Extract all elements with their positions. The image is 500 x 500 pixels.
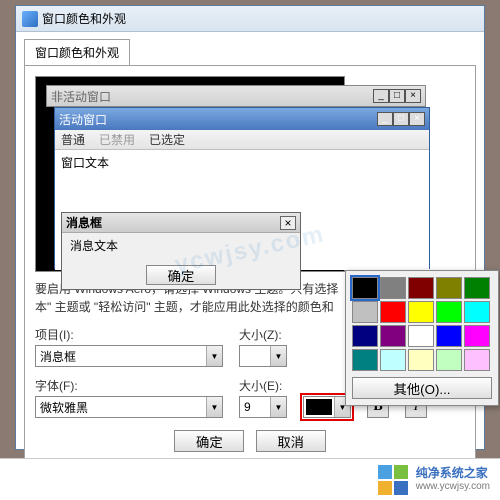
preview-area: 非活动窗口 _ □ × 活动窗口 _ □ × 普通 bbox=[35, 76, 345, 272]
menu-normal: 普通 bbox=[61, 131, 85, 148]
window-text: 窗口文本 bbox=[61, 156, 109, 170]
footer-brand: 纯净系统之家 www.ycwjsy.com bbox=[0, 458, 500, 500]
palette-swatch[interactable] bbox=[464, 349, 490, 371]
palette-swatch[interactable] bbox=[352, 349, 378, 371]
window-controls: _ □ × bbox=[377, 112, 425, 126]
font-color-dropdown[interactable]: ▼ bbox=[303, 396, 351, 418]
brand-logo-icon bbox=[378, 465, 408, 495]
font-value: 微软雅黑 bbox=[40, 399, 88, 416]
msgbox-title: 消息框 bbox=[66, 214, 280, 231]
palette-swatch[interactable] bbox=[380, 325, 406, 347]
preview-menu-bar: 普通 已禁用 已选定 bbox=[55, 130, 429, 150]
msgbox-body: 消息文本 确定 bbox=[62, 233, 300, 289]
palette-swatch[interactable] bbox=[408, 349, 434, 371]
palette-swatch[interactable] bbox=[380, 301, 406, 323]
maximize-icon: □ bbox=[389, 89, 405, 103]
chevron-down-icon: ▼ bbox=[206, 397, 222, 417]
preview-client-area: 窗口文本 消息框 × 消息文本 确定 bbox=[55, 150, 429, 270]
size-label: 大小(Z): bbox=[239, 326, 287, 343]
active-titlebar: 活动窗口 _ □ × bbox=[55, 108, 429, 130]
palette-swatch[interactable] bbox=[380, 277, 406, 299]
palette-swatch[interactable] bbox=[380, 349, 406, 371]
other-colors-button[interactable]: 其他(O)... bbox=[352, 377, 492, 399]
close-icon: × bbox=[405, 89, 421, 103]
palette-swatch[interactable] bbox=[436, 325, 462, 347]
fontsize-dropdown[interactable]: 9 ▼ bbox=[239, 396, 287, 418]
font-dropdown[interactable]: 微软雅黑 ▼ bbox=[35, 396, 223, 418]
palette-swatch[interactable] bbox=[464, 277, 490, 299]
chevron-down-icon: ▼ bbox=[270, 346, 286, 366]
maximize-icon: □ bbox=[393, 112, 409, 126]
palette-swatch[interactable] bbox=[464, 325, 490, 347]
size-dropdown[interactable]: ▼ bbox=[239, 345, 287, 367]
font-label: 字体(F): bbox=[35, 377, 223, 394]
fontsize-value: 9 bbox=[244, 400, 251, 414]
palette-swatch[interactable] bbox=[436, 301, 462, 323]
palette-swatch[interactable] bbox=[436, 277, 462, 299]
fontsize-label: 大小(E): bbox=[239, 377, 287, 394]
palette-grid bbox=[352, 277, 492, 371]
palette-swatch[interactable] bbox=[464, 301, 490, 323]
brand-name: 纯净系统之家 bbox=[416, 467, 490, 480]
brand-url: www.ycwjsy.com bbox=[416, 481, 490, 492]
chevron-down-icon: ▼ bbox=[270, 397, 286, 417]
palette-swatch[interactable] bbox=[408, 277, 434, 299]
item-label: 项目(I): bbox=[35, 326, 223, 343]
palette-swatch[interactable] bbox=[352, 277, 378, 299]
menu-selected: 已选定 bbox=[149, 131, 185, 148]
item-dropdown[interactable]: 消息框 ▼ bbox=[35, 345, 223, 367]
dialog-titlebar[interactable]: 窗口颜色和外观 bbox=[16, 6, 484, 32]
menu-disabled: 已禁用 bbox=[99, 131, 135, 148]
preview-inactive-window: 非活动窗口 _ □ × bbox=[46, 85, 426, 107]
msgbox-text: 消息文本 bbox=[70, 239, 118, 253]
color-swatch-current bbox=[306, 399, 332, 415]
active-title-text: 活动窗口 bbox=[59, 111, 377, 128]
msgbox-titlebar: 消息框 × bbox=[62, 213, 300, 233]
item-value: 消息框 bbox=[40, 348, 76, 365]
preview-active-window: 活动窗口 _ □ × 普通 已禁用 已选定 窗口文本 消 bbox=[54, 107, 430, 269]
ok-button[interactable]: 确定 bbox=[174, 430, 244, 452]
inactive-title-text: 非活动窗口 bbox=[51, 88, 373, 105]
chevron-down-icon: ▼ bbox=[206, 346, 222, 366]
color-palette-popup: 其他(O)... bbox=[345, 270, 499, 406]
close-icon: × bbox=[280, 216, 296, 230]
tab-strip: 窗口颜色和外观 bbox=[16, 32, 484, 65]
preview-message-box: 消息框 × 消息文本 确定 bbox=[61, 212, 301, 290]
minimize-icon: _ bbox=[377, 112, 393, 126]
palette-swatch[interactable] bbox=[352, 325, 378, 347]
tab-color-appearance[interactable]: 窗口颜色和外观 bbox=[24, 39, 130, 66]
cancel-button[interactable]: 取消 bbox=[256, 430, 326, 452]
palette-swatch[interactable] bbox=[408, 301, 434, 323]
tab-panel: 非活动窗口 _ □ × 活动窗口 _ □ × 普通 bbox=[24, 65, 476, 465]
window-controls: _ □ × bbox=[373, 89, 421, 103]
close-icon: × bbox=[409, 112, 425, 126]
dialog-title: 窗口颜色和外观 bbox=[42, 10, 484, 27]
color-appearance-dialog: 窗口颜色和外观 窗口颜色和外观 非活动窗口 _ □ × 活动窗口 _ □ bbox=[15, 5, 485, 450]
palette-swatch[interactable] bbox=[408, 325, 434, 347]
minimize-icon: _ bbox=[373, 89, 389, 103]
palette-swatch[interactable] bbox=[352, 301, 378, 323]
palette-swatch[interactable] bbox=[436, 349, 462, 371]
dialog-icon bbox=[22, 11, 38, 27]
msgbox-ok-button: 确定 bbox=[146, 265, 216, 285]
